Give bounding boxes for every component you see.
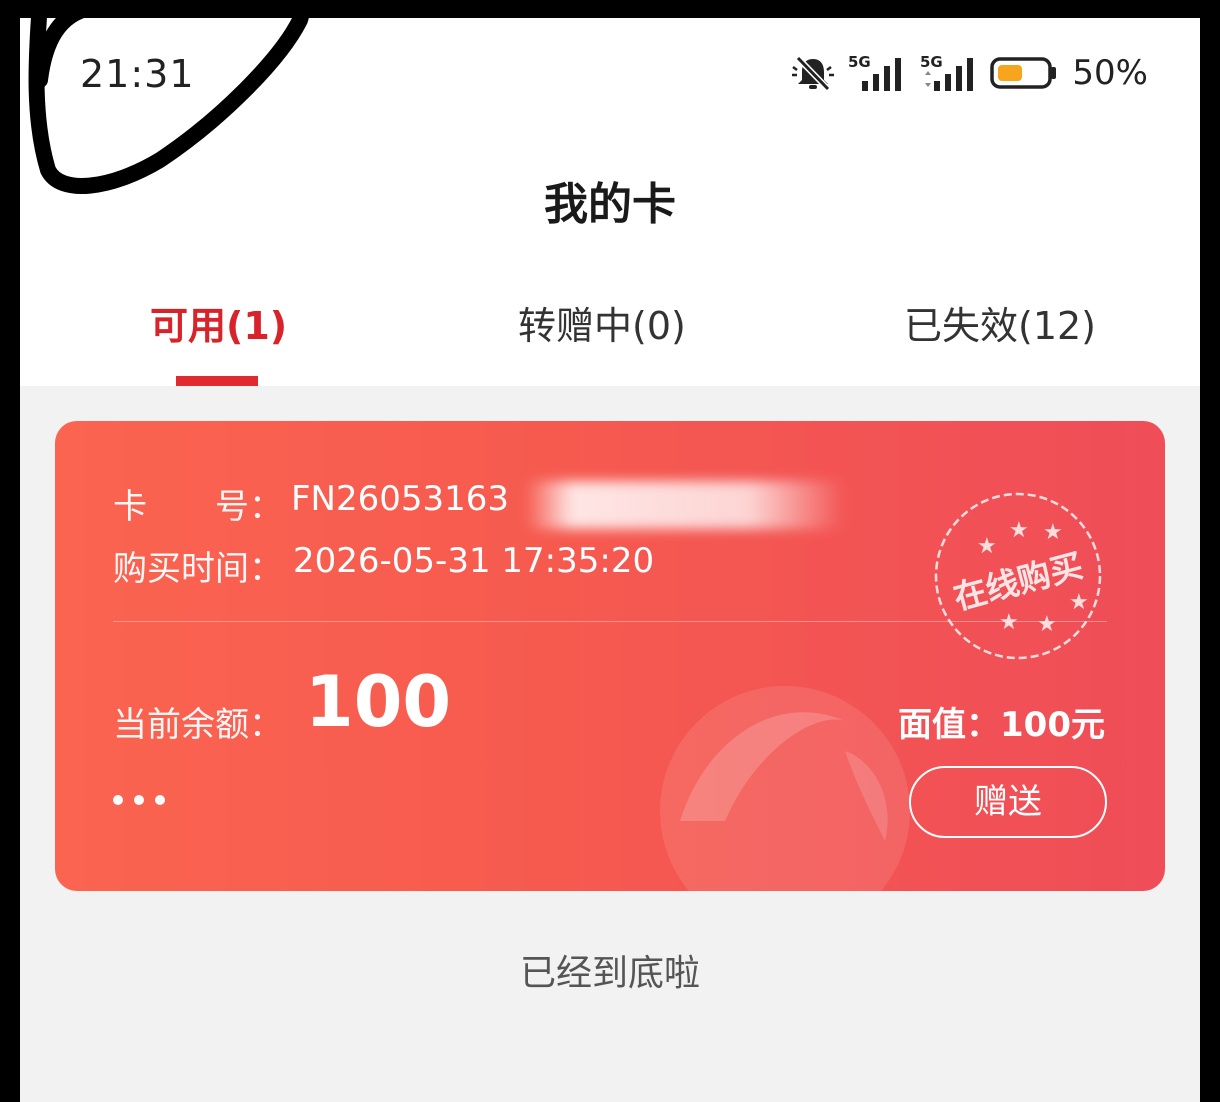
phone-screen: 21:31 5G 5G 50% 我的卡 可用(1) 转赠中(0) 已失效(12)… bbox=[20, 18, 1200, 1102]
page-title: 我的卡 bbox=[544, 179, 676, 230]
card-number-value: FN26053163 bbox=[291, 479, 510, 519]
tab-available[interactable]: 可用(1) bbox=[150, 298, 287, 358]
redaction-blur bbox=[525, 481, 845, 529]
more-dot bbox=[155, 795, 165, 805]
svg-text:★: ★ bbox=[1009, 518, 1029, 543]
status-time: 21:31 bbox=[80, 52, 195, 96]
signal-5g-icon: 5G bbox=[918, 53, 980, 93]
tab-expired[interactable]: 已失效(12) bbox=[904, 298, 1096, 358]
svg-text:★: ★ bbox=[999, 610, 1019, 635]
card-divider bbox=[113, 621, 1107, 622]
mute-bell-icon bbox=[790, 53, 836, 93]
more-dot bbox=[134, 795, 144, 805]
gift-card[interactable]: 卡 号： FN26053163 购买时间： 2026-05-31 17:35:2… bbox=[55, 421, 1165, 891]
purchase-time-value: 2026-05-31 17:35:20 bbox=[293, 541, 655, 581]
stamp-text: 在线购买 bbox=[949, 546, 1087, 618]
battery-icon bbox=[990, 53, 1058, 93]
svg-text:★: ★ bbox=[977, 534, 997, 559]
online-purchase-stamp: ★ ★ ★ ★ ★ ★ 在线购买 bbox=[934, 492, 1102, 660]
tab-active-indicator bbox=[176, 376, 258, 386]
tab-bar: 可用(1) 转赠中(0) 已失效(12) bbox=[20, 298, 1200, 386]
tab-gifting[interactable]: 转赠中(0) bbox=[518, 298, 686, 358]
network-label-1: 5G bbox=[848, 53, 871, 71]
face-value-label: 面值：100元 bbox=[898, 705, 1105, 745]
more-options-icon[interactable] bbox=[113, 795, 165, 805]
balance-label: 当前余额： bbox=[113, 705, 283, 745]
balance-value: 100 bbox=[305, 661, 452, 743]
signal-5g-icon: 5G bbox=[846, 53, 908, 93]
gift-button[interactable]: 赠送 bbox=[909, 766, 1107, 838]
end-of-list-text: 已经到底啦 bbox=[519, 953, 700, 994]
svg-text:★: ★ bbox=[1043, 520, 1063, 545]
network-label-2: 5G bbox=[920, 53, 943, 71]
battery-percent: 50% bbox=[1072, 53, 1148, 93]
more-dot bbox=[113, 795, 123, 805]
status-icons: 5G 5G 50% bbox=[790, 52, 1148, 94]
svg-text:★: ★ bbox=[1037, 612, 1057, 637]
purchase-time-label: 购买时间： bbox=[113, 549, 283, 589]
card-number-label: 卡 号： bbox=[113, 487, 283, 527]
svg-text:★: ★ bbox=[1069, 590, 1089, 615]
